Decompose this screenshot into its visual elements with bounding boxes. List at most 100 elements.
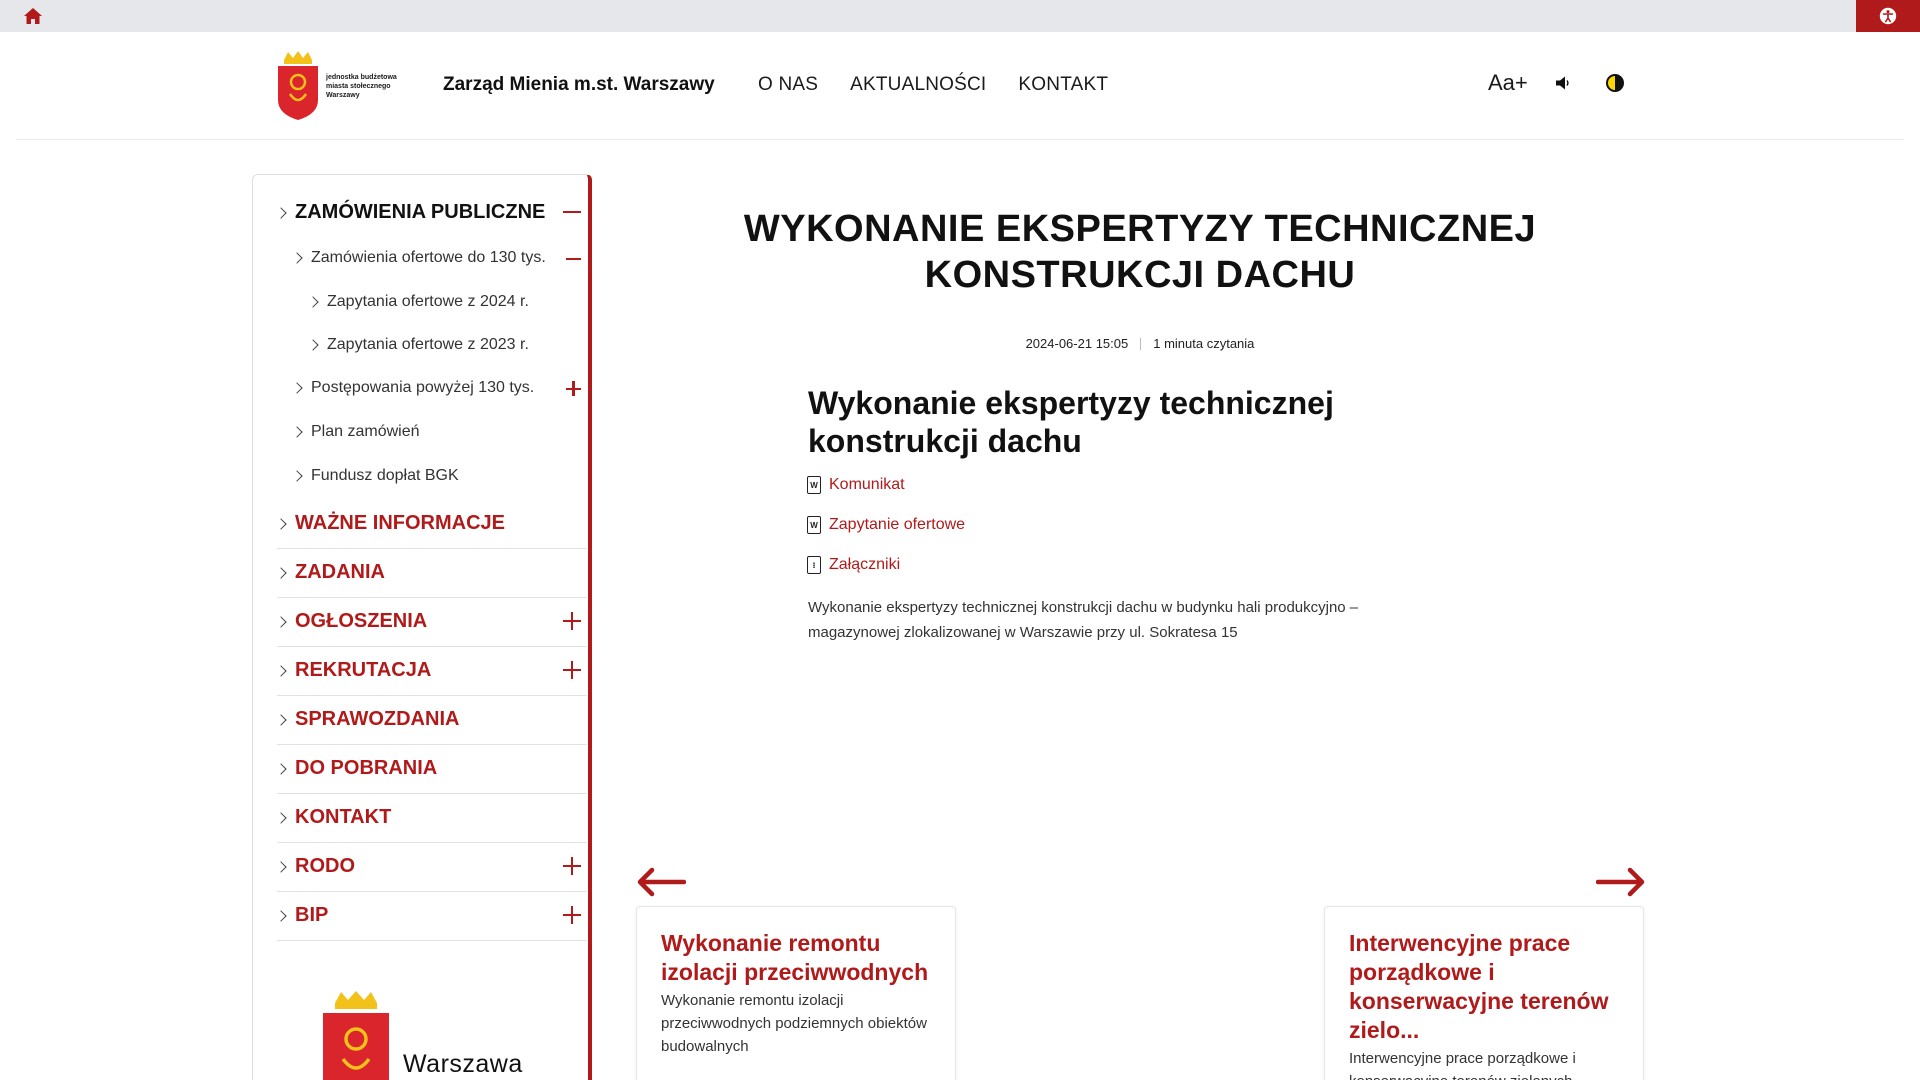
- sidebar-item-ogloszenia[interactable]: OGŁOSZENIA: [275, 610, 585, 633]
- sidebar-item-label: RODO: [295, 855, 355, 877]
- chevron-right-icon: [275, 811, 287, 824]
- sidebar-divider: [277, 548, 587, 549]
- sidebar-item-kontakt[interactable]: KONTAKT: [275, 806, 585, 829]
- sidebar-item-label: ZADANIA: [295, 561, 385, 583]
- related-card-excerpt: Interwencyjne prace porządkowe i konserw…: [1349, 1050, 1576, 1080]
- site-logo[interactable]: jednostka budżetowa miasta stołecznego W…: [276, 48, 416, 124]
- org-title[interactable]: Zarząd Mienia m.st. Warszawy: [443, 74, 715, 96]
- collapse-icon[interactable]: [563, 203, 581, 221]
- related-card-next[interactable]: Interwencyjne prace porządkowe i konserw…: [1324, 906, 1644, 1080]
- related-card-title: Wykonanie remontu izolacji przeciwwodnyc…: [661, 930, 929, 985]
- chevron-right-icon: [291, 382, 303, 394]
- expand-icon[interactable]: [563, 906, 581, 924]
- zip-file-icon: ⁝: [807, 556, 821, 574]
- sidebar-item-label: Plan zamówień: [311, 423, 420, 440]
- sidebar-menu: ZAMÓWIENIA PUBLICZNE Zamówienia ofertowe…: [252, 174, 592, 1080]
- sidebar-item-label: DO POBRANIA: [295, 757, 438, 779]
- warsaw-crest-icon: [278, 51, 318, 120]
- sidebar-item-fundusz-doplat[interactable]: Fundusz dopłat BGK: [291, 467, 585, 485]
- file-link-zapytanie-ofertowe[interactable]: W Zapytanie ofertowe: [807, 516, 965, 534]
- sidebar-item-plan-zamowien[interactable]: Plan zamówień: [291, 423, 585, 441]
- sidebar-item-label: Postępowania powyżej 130 tys.: [311, 379, 535, 396]
- sidebar-item-rodo[interactable]: RODO: [275, 855, 585, 878]
- accessibility-tools: Aa+: [1488, 70, 1624, 96]
- chevron-right-icon: [291, 252, 303, 264]
- sidebar-item-label: BIP: [295, 904, 329, 926]
- chevron-right-icon: [275, 860, 287, 873]
- chevron-right-icon: [275, 566, 287, 579]
- sidebar-divider: [277, 646, 587, 647]
- sidebar-item-zapytania-2023[interactable]: Zapytania ofertowe z 2023 r.: [307, 336, 585, 354]
- accessibility-button[interactable]: [1856, 0, 1920, 32]
- file-link-label: Zapytanie ofertowe: [829, 516, 966, 533]
- sidebar-item-bip[interactable]: BIP: [275, 904, 585, 927]
- speaker-icon[interactable]: [1554, 74, 1572, 92]
- file-link-komunikat[interactable]: W Komunikat: [807, 476, 905, 494]
- meta-divider: [1140, 337, 1142, 350]
- sidebar-divider: [277, 744, 587, 745]
- file-link-label: Załączniki: [829, 556, 901, 573]
- logo-caption-line: Warszawy: [326, 91, 360, 99]
- sidebar-divider: [277, 891, 587, 892]
- expand-icon[interactable]: [563, 661, 581, 679]
- sidebar-item-label: ZAMÓWIENIA PUBLICZNE: [295, 201, 546, 223]
- sidebar-item-zapytania-2024[interactable]: Zapytania ofertowe z 2024 r.: [307, 293, 585, 311]
- sidebar-item-label: KONTAKT: [295, 806, 392, 828]
- content-title: Wykonanie ekspertyzy technicznej konstru…: [808, 385, 1334, 459]
- top-utility-bar: [0, 0, 1920, 32]
- sidebar-item-label: OGŁOSZENIA: [295, 610, 428, 632]
- publish-date: 2024-06-21 15:05: [1025, 336, 1129, 351]
- sidebar-divider: [277, 940, 587, 941]
- logo-caption: jednostka budżetowa miasta stołecznego W…: [326, 73, 397, 100]
- home-icon[interactable]: [20, 4, 46, 28]
- nav-aktualnosci[interactable]: AKTUALNOŚCI: [850, 74, 986, 96]
- sidebar-item-label: Zapytania ofertowe z 2023 r.: [327, 336, 529, 353]
- chevron-right-icon: [275, 615, 287, 628]
- related-card-prev[interactable]: Wykonanie remontu izolacji przeciwwodnyc…: [636, 906, 956, 1080]
- sidebar-item-zadania[interactable]: ZADANIA: [275, 561, 585, 584]
- warsaw-crest-icon: [323, 991, 389, 1080]
- warszawa-logo[interactable]: Warszawa: [321, 989, 523, 1080]
- contrast-icon[interactable]: [1605, 74, 1624, 92]
- file-link-label: Komunikat: [829, 476, 905, 493]
- chevron-right-icon: [307, 339, 319, 351]
- chevron-right-icon: [275, 664, 287, 677]
- sidebar-divider: [277, 793, 587, 794]
- sidebar-item-label: REKRUTACJA: [295, 659, 432, 681]
- prev-arrow-icon[interactable]: [636, 866, 686, 898]
- sidebar-item-wazne-informacje[interactable]: WAŻNE INFORMACJE: [275, 512, 585, 535]
- expand-icon[interactable]: [563, 857, 581, 875]
- chevron-right-icon: [275, 206, 287, 219]
- chevron-right-icon: [291, 426, 303, 438]
- accessibility-icon: [1879, 7, 1897, 25]
- collapse-icon[interactable]: [566, 251, 581, 266]
- sidebar-item-do-pobrania[interactable]: DO POBRANIA: [275, 757, 585, 780]
- article-meta: 2024-06-21 15:05 1 minuta czytania: [690, 336, 1590, 351]
- sidebar-item-label: Zamówienia ofertowe do 130 tys.: [311, 249, 546, 266]
- sidebar-item-rekrutacja[interactable]: REKRUTACJA: [275, 659, 585, 682]
- reading-time: 1 minuta czytania: [1153, 336, 1255, 351]
- expand-icon[interactable]: [566, 381, 581, 396]
- sidebar-divider: [277, 695, 587, 696]
- article-description: Wykonanie ekspertyzy technicznej konstru…: [808, 599, 1359, 641]
- sidebar-divider: [277, 597, 587, 598]
- sidebar-item-zamowienia-publiczne[interactable]: ZAMÓWIENIA PUBLICZNE: [275, 201, 585, 224]
- chevron-right-icon: [307, 296, 319, 308]
- chevron-right-icon: [275, 909, 287, 922]
- next-arrow-icon[interactable]: [1596, 866, 1646, 898]
- sidebar-item-zamowienia-ofertowe[interactable]: Zamówienia ofertowe do 130 tys.: [291, 249, 585, 267]
- chevron-right-icon: [275, 517, 287, 530]
- nav-o-nas[interactable]: O NAS: [758, 74, 818, 96]
- sidebar-item-sprawozdania[interactable]: SPRAWOZDANIA: [275, 708, 585, 731]
- font-size-button[interactable]: Aa+: [1488, 70, 1528, 96]
- sidebar-item-label: SPRAWOZDANIA: [295, 708, 460, 730]
- chevron-right-icon: [275, 713, 287, 726]
- chevron-right-icon: [275, 762, 287, 775]
- nav-kontakt[interactable]: KONTAKT: [1018, 74, 1108, 96]
- logo-caption-line: miasta stołecznego: [326, 82, 391, 90]
- sidebar-divider: [277, 842, 587, 843]
- sidebar-item-postepowania[interactable]: Postępowania powyżej 130 tys.: [291, 379, 585, 397]
- file-link-zalaczniki[interactable]: ⁝ Załączniki: [807, 556, 900, 574]
- expand-icon[interactable]: [563, 612, 581, 630]
- word-doc-icon: W: [807, 516, 821, 534]
